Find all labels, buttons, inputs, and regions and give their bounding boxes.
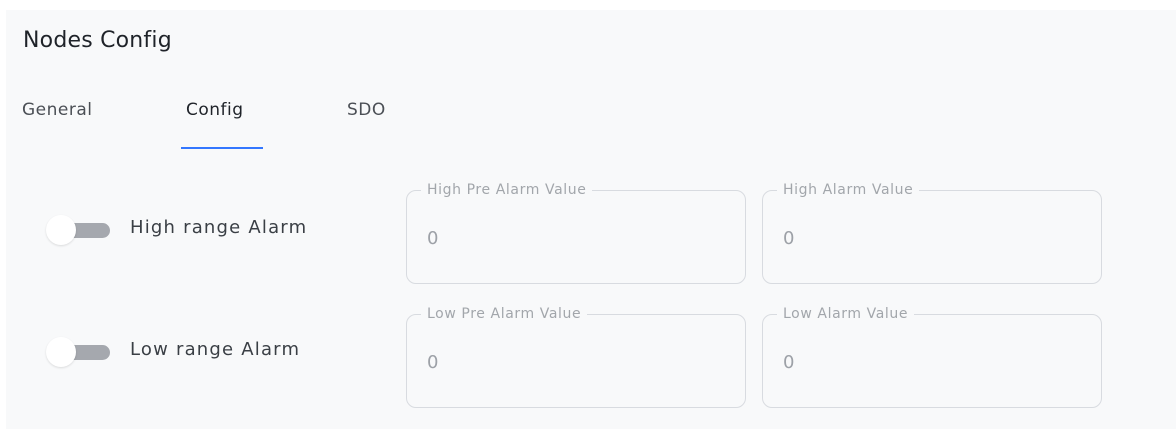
high-alarm-field[interactable]: High Alarm Value (762, 181, 1102, 284)
high-pre-alarm-label: High Pre Alarm Value (421, 181, 593, 199)
toggle-knob (46, 337, 76, 367)
low-alarm-label: Low Alarm Value (777, 305, 915, 323)
high-pre-alarm-field[interactable]: High Pre Alarm Value (406, 181, 746, 284)
low-range-alarm-toggle[interactable] (46, 337, 110, 367)
tab-general[interactable]: General (22, 100, 93, 120)
toggle-knob (46, 215, 76, 245)
high-range-alarm-toggle[interactable] (46, 215, 110, 245)
active-tab-indicator (181, 147, 263, 149)
nodes-config-panel: Nodes Config General Config SDO High ran… (6, 10, 1176, 429)
low-range-alarm-label: Low range Alarm (130, 339, 301, 360)
high-alarm-input[interactable] (783, 225, 1073, 251)
high-range-alarm-label: High range Alarm (130, 217, 308, 238)
high-alarm-label: High Alarm Value (777, 181, 920, 199)
low-alarm-field[interactable]: Low Alarm Value (762, 305, 1102, 408)
tab-config[interactable]: Config (186, 100, 244, 120)
high-pre-alarm-input[interactable] (427, 225, 717, 251)
tab-bar: General Config SDO (6, 96, 506, 158)
page-title: Nodes Config (23, 28, 172, 53)
low-pre-alarm-input[interactable] (427, 349, 717, 375)
tab-sdo[interactable]: SDO (347, 100, 386, 120)
low-alarm-input[interactable] (783, 349, 1073, 375)
low-pre-alarm-label: Low Pre Alarm Value (421, 305, 588, 323)
low-pre-alarm-field[interactable]: Low Pre Alarm Value (406, 305, 746, 408)
